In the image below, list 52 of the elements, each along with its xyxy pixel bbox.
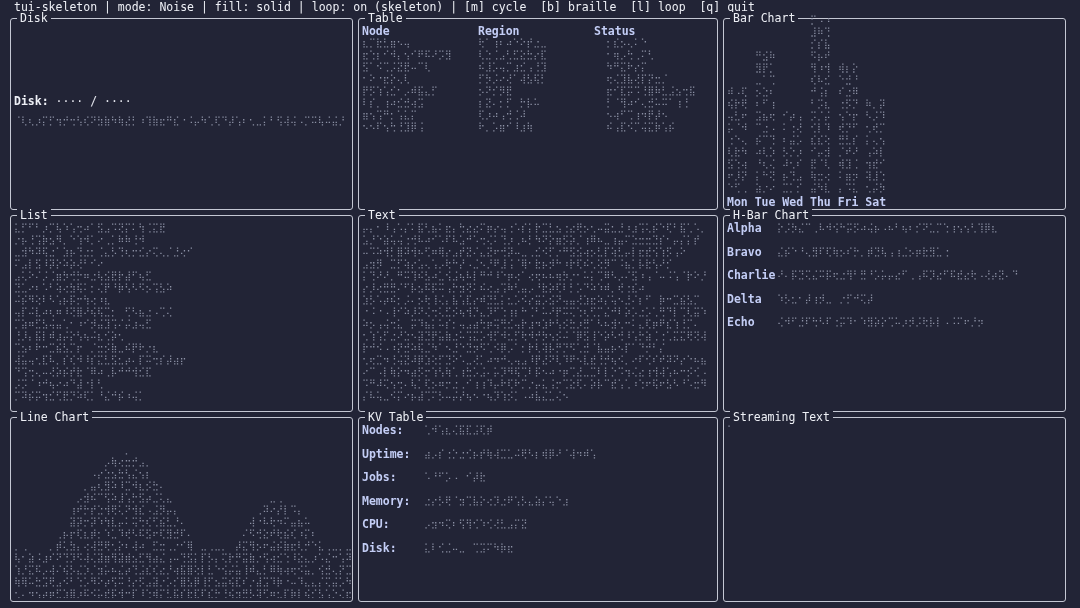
skeleton-cell xyxy=(606,61,648,73)
kv-key: Jobs: xyxy=(362,471,424,483)
column-header: Node xyxy=(362,25,391,37)
skeleton-cell xyxy=(478,49,547,61)
bar-label: Echo xyxy=(727,316,756,328)
skeleton-cell xyxy=(478,85,513,97)
kv-key: Disk: xyxy=(362,541,424,554)
kv-key: Uptime: xyxy=(362,447,424,460)
column-header: Status xyxy=(594,25,637,37)
bar-label: Delta xyxy=(727,292,763,305)
skeleton-cell xyxy=(362,37,411,49)
panel-title: Text xyxy=(365,209,399,221)
panel-title: H-Bar Chart xyxy=(730,209,813,221)
skeleton-value xyxy=(424,471,487,483)
panel-title: Disk xyxy=(17,12,51,24)
kv-key: CPU: xyxy=(362,518,424,530)
bar-label: Tue xyxy=(754,196,776,208)
status-header: tui-skeleton | mode: Noise | fill: solid | loop: on (skeleton) | [m] cycle [b] braille [l] loop [q] quit xyxy=(13,0,756,14)
disk-label: Disk: ···· / ···· xyxy=(14,95,133,107)
skeleton-cell xyxy=(478,97,541,109)
skeleton-cell xyxy=(606,121,675,133)
panel-title: Streaming Text xyxy=(730,411,833,423)
column-header: Region xyxy=(478,25,521,37)
panel-title: List xyxy=(17,209,51,221)
skeleton-cell xyxy=(606,49,655,61)
skeleton-cell xyxy=(362,73,411,85)
skeleton-cell xyxy=(606,109,669,121)
panel-title: Bar Chart xyxy=(730,12,799,24)
skeleton-cell xyxy=(606,73,669,85)
skeleton-cell xyxy=(362,97,425,109)
bar-label: Wed xyxy=(782,196,804,208)
bar-label: Fri xyxy=(837,196,859,208)
bar-label: Bravo xyxy=(727,245,763,258)
skeleton-cell xyxy=(362,61,431,73)
skeleton-cell xyxy=(478,61,547,73)
skeleton-value xyxy=(424,424,493,436)
kv-key: Nodes: xyxy=(362,424,424,436)
bar-label: Thu xyxy=(810,196,831,208)
skeleton-cell xyxy=(362,109,418,121)
bar-label: Mon xyxy=(727,196,748,208)
panel-title: Table xyxy=(365,12,406,24)
panel-title: KV Table xyxy=(365,411,427,423)
skeleton-cell xyxy=(478,109,527,121)
bar-label: Alpha xyxy=(727,222,763,234)
skeleton-cell xyxy=(478,37,547,49)
skeleton-cell xyxy=(362,121,425,133)
panel-title: Line Chart xyxy=(17,411,93,423)
kv-key: Memory: xyxy=(362,494,424,507)
bar-label: Charlie xyxy=(727,269,777,281)
skeleton-cell xyxy=(606,37,648,49)
skeleton-cell xyxy=(478,121,534,133)
bar-label: Sat xyxy=(865,196,887,208)
